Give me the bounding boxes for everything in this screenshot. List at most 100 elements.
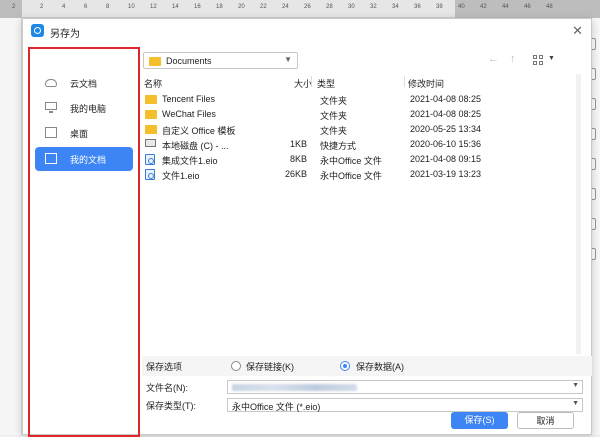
filetype-select[interactable]: 永中Office 文件 (*.eio) ▼: [227, 398, 583, 412]
column-header-type[interactable]: 类型: [317, 77, 335, 90]
file-modified: 2020-05-25 13:34: [410, 124, 482, 134]
file-modified: 2020-06-10 15:36: [410, 139, 482, 149]
dialog-title: 另存为: [50, 29, 80, 40]
ruler-tick-label: 2: [40, 4, 44, 10]
ruler-tick-label: 10: [128, 4, 135, 10]
sidebar-item-my-computer[interactable]: 我的电脑: [35, 96, 133, 120]
ruler-tick-label: 18: [216, 4, 223, 10]
view-dropdown-chevron-icon[interactable]: ▼: [548, 55, 555, 62]
ruler-tick-label: 34: [392, 4, 399, 10]
cloud-icon: [45, 79, 57, 87]
file-name: Tencent Files: [162, 94, 216, 104]
file-name: 文件1.eio: [162, 171, 200, 181]
folder-icon: [149, 57, 161, 66]
sidebar-item-desktop[interactable]: 桌面: [35, 121, 133, 145]
file-name: 本地磁盘 (C) - ...: [162, 141, 229, 151]
ruler-tick-label: 28: [326, 4, 333, 10]
filename-field[interactable]: ▼: [227, 380, 583, 394]
chevron-down-icon[interactable]: ▼: [572, 382, 579, 389]
save-data-radio[interactable]: [340, 361, 350, 371]
file-type: 快捷方式: [320, 141, 357, 151]
sidebar-item-label: 我的电脑: [70, 104, 107, 114]
save-button[interactable]: 保存(S): [451, 412, 508, 429]
file-list: 名称 大小 类型 修改时间 Tencent Files 文件夹 2021-04-…: [142, 74, 582, 354]
file-list-scrollbar[interactable]: [576, 74, 581, 354]
app-logo-icon: [31, 24, 44, 37]
ruler-tick-label: 24: [282, 4, 289, 10]
save-options-bar: 保存选项 保存链接(K) 保存数据(A): [142, 356, 592, 376]
column-header-size[interactable]: 大小: [294, 77, 312, 90]
sidebar-item-label: 桌面: [70, 129, 89, 139]
sidebar-item-label: 我的文档: [70, 155, 107, 165]
eio-file-icon: [145, 169, 155, 180]
up-arrow-icon[interactable]: ↑: [510, 53, 516, 65]
column-header-name[interactable]: 名称: [144, 77, 162, 90]
file-modified: 2021-04-08 08:25: [410, 94, 482, 104]
ruler-tick-label: 44: [502, 4, 509, 10]
ruler-tick-label: 26: [304, 4, 311, 10]
ruler-tick-label: 42: [480, 4, 487, 10]
ruler-tick-label: 20: [238, 4, 245, 10]
cancel-button[interactable]: 取消: [517, 412, 574, 429]
ruler-tick-label: 48: [546, 4, 553, 10]
file-modified: 2021-04-08 09:15: [410, 154, 482, 164]
file-type: 永中Office 文件: [320, 171, 382, 181]
ruler-tick-label: 16: [194, 4, 201, 10]
ruler-tick-label: 8: [106, 4, 110, 10]
close-icon[interactable]: ✕: [572, 23, 583, 39]
ruler-tick-label: 32: [370, 4, 377, 10]
ruler-tick-label: 30: [348, 4, 355, 10]
back-arrow-icon[interactable]: ←: [488, 53, 499, 65]
ruler-margin-left: [0, 0, 22, 18]
desktop-icon: [45, 127, 57, 138]
ruler-tick-label: 4: [62, 4, 66, 10]
file-modified: 2021-03-19 13:23: [410, 169, 482, 179]
drive-shortcut-icon: [145, 139, 156, 147]
column-separator[interactable]: [404, 76, 405, 87]
file-row[interactable]: Tencent Files 文件夹 2021-04-08 08:25: [142, 92, 572, 106]
file-name: 自定义 Office 模板: [162, 126, 236, 136]
save-data-label[interactable]: 保存数据(A): [356, 360, 404, 373]
save-link-label[interactable]: 保存链接(K): [246, 360, 294, 373]
ruler-tick-label: 38: [436, 4, 443, 10]
sidebar-item-label: 云文档: [70, 79, 98, 89]
ruler-tick-label: 2: [12, 4, 16, 10]
file-size: 8KB: [289, 154, 307, 164]
column-separator[interactable]: [311, 76, 312, 87]
column-header-modified[interactable]: 修改时间: [408, 77, 444, 90]
file-type: 永中Office 文件: [320, 156, 382, 166]
ruler-tick-label: 46: [524, 4, 531, 10]
file-type: 文件夹: [320, 126, 348, 136]
documents-icon: [45, 153, 57, 164]
folder-icon: [145, 110, 157, 119]
ruler-tick-label: 40: [458, 4, 465, 10]
file-type: 文件夹: [320, 111, 348, 121]
ruler-tick-label: 14: [172, 4, 179, 10]
current-path: Documents: [166, 56, 212, 66]
ruler-tick-label: 36: [414, 4, 421, 10]
computer-icon: [45, 102, 57, 113]
file-row[interactable]: 自定义 Office 模板 文件夹 2020-05-25 13:34: [142, 122, 572, 136]
location-sidebar: 云文档 我的电脑 桌面 我的文档: [28, 47, 140, 437]
file-size: 1KB: [289, 139, 307, 149]
ruler-tick-label: 22: [260, 4, 267, 10]
file-row[interactable]: WeChat Files 文件夹 2021-04-08 08:25: [142, 107, 572, 121]
view-grid-icon[interactable]: [533, 55, 544, 66]
file-row[interactable]: 集成文件1.eio 8KB 永中Office 文件 2021-04-08 09:…: [142, 152, 572, 166]
sidebar-item-my-documents[interactable]: 我的文档: [35, 147, 133, 171]
file-modified: 2021-04-08 08:25: [410, 109, 482, 119]
file-row[interactable]: 本地磁盘 (C) - ... 1KB 快捷方式 2020-06-10 15:36: [142, 137, 572, 151]
file-row[interactable]: 文件1.eio 26KB 永中Office 文件 2021-03-19 13:2…: [142, 167, 572, 181]
file-size: 26KB: [284, 169, 307, 179]
save-link-radio[interactable]: [231, 361, 241, 371]
chevron-down-icon[interactable]: ▼: [572, 400, 579, 407]
eio-file-icon: [145, 154, 155, 165]
ruler: 2 2 4 6 8 10 12 14 16 18 20 22 24 26 28 30 32 34 36 38 40 42 4…: [0, 0, 600, 18]
filename-blurred-value: [232, 384, 357, 391]
dialog-title-bar: 另存为 ✕: [23, 19, 591, 43]
path-dropdown[interactable]: Documents ▼: [143, 52, 298, 69]
filetype-value: 永中Office 文件 (*.eio): [232, 402, 321, 412]
ruler-tick-label: 12: [150, 4, 157, 10]
filename-label: 文件名(N):: [146, 383, 188, 393]
sidebar-item-cloud-docs[interactable]: 云文档: [35, 71, 133, 95]
